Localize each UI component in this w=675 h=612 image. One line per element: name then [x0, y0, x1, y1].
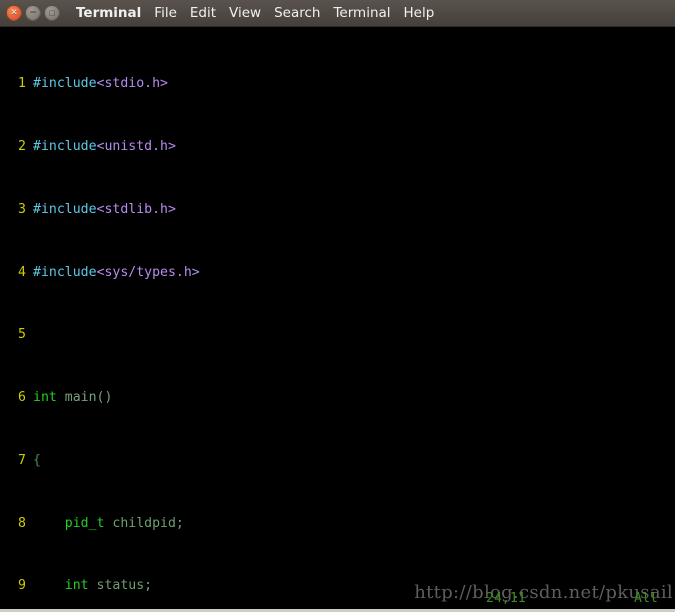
maximize-icon: □	[48, 8, 56, 17]
line-number: 5	[18, 327, 26, 343]
code-line: 4 #include<sys/types.h>	[0, 265, 675, 281]
line-number: 3	[18, 201, 26, 217]
menu-item-edit[interactable]: Edit	[190, 5, 216, 21]
code-token-header: <stdio.h>	[96, 76, 168, 92]
code-line: 1 #include<stdio.h>	[0, 76, 675, 92]
line-number: 4	[18, 264, 26, 280]
vim-status-line: 24,11 All	[0, 591, 675, 607]
code-token-type: pid_t	[33, 515, 105, 531]
vim-buffer[interactable]: 1 #include<stdio.h> 2 #include<unistd.h> 3…	[0, 29, 675, 609]
menu-item-terminal[interactable]: Terminal	[333, 5, 390, 21]
code-token-header: <stdlib.h>	[96, 201, 176, 217]
code-token-identifier: childpid;	[104, 515, 184, 531]
code-line: 3 #include<stdlib.h>	[0, 202, 675, 218]
close-button[interactable]: ✕	[6, 5, 22, 21]
cursor-position-indicator: 24,11	[486, 591, 526, 606]
menu-item-application[interactable]: Terminal	[76, 5, 141, 21]
line-number: 2	[18, 138, 26, 154]
code-token-preprocessor: #include	[33, 76, 97, 92]
code-line: 8 pid_t childpid;	[0, 516, 675, 532]
code-line: 6 int main()	[0, 390, 675, 406]
line-number: 8	[18, 515, 26, 531]
code-token-preprocessor: #include	[33, 264, 97, 280]
menu-item-search[interactable]: Search	[274, 5, 320, 21]
scroll-position-indicator: All	[634, 591, 658, 606]
maximize-button[interactable]: □	[44, 5, 60, 21]
terminal-window: ✕ − □ Terminal File Edit View Search Ter…	[0, 0, 675, 612]
title-bar: ✕ − □ Terminal File Edit View Search Ter…	[0, 0, 675, 27]
terminal-body[interactable]: 1 #include<stdio.h> 2 #include<unistd.h> 3…	[0, 27, 675, 609]
code-token-header: <unistd.h>	[96, 138, 176, 154]
menu-item-file[interactable]: File	[154, 5, 177, 21]
minimize-icon: −	[29, 7, 37, 18]
line-number: 6	[18, 390, 26, 406]
menu-bar: Terminal File Edit View Search Terminal …	[76, 5, 434, 21]
code-token-function: main()	[56, 390, 113, 406]
code-line: 2 #include<unistd.h>	[0, 139, 675, 155]
code-token-keyword: int	[33, 390, 57, 406]
line-number: 1	[18, 76, 26, 92]
close-icon: ✕	[10, 7, 18, 18]
code-token-preprocessor: #include	[33, 201, 97, 217]
code-token-header: <sys/types.h>	[96, 264, 200, 280]
code-token-brace: {	[33, 452, 41, 468]
minimize-button[interactable]: −	[25, 5, 41, 21]
menu-item-help[interactable]: Help	[404, 5, 435, 21]
code-token-preprocessor: #include	[33, 138, 97, 154]
window-controls: ✕ − □	[6, 5, 60, 21]
line-number: 7	[18, 452, 26, 468]
code-line: 7{	[0, 453, 675, 469]
code-line: 5	[0, 327, 675, 343]
menu-item-view[interactable]: View	[229, 5, 261, 21]
